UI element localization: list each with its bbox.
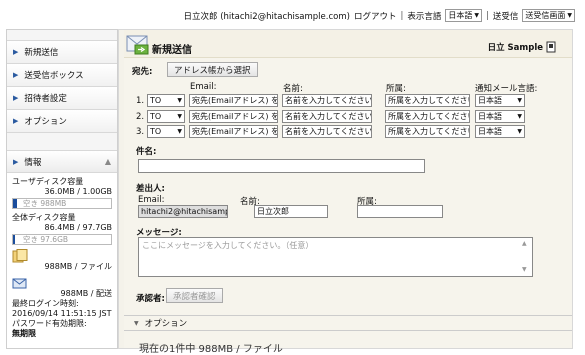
top-bar: 日立次郎 (hitachi2@hitachisample.com) ログアウト … [0,0,585,28]
sender-label: 差出人: [136,184,165,194]
collapse-up-icon[interactable]: ▲ [105,157,111,166]
sender-dept-input[interactable] [357,205,443,218]
triangle-right-icon: ▶ [13,48,19,56]
sidebar-item-invite[interactable]: ▶ 招待者設定 [7,87,117,110]
subject-input[interactable] [138,159,425,173]
scroll-up-icon[interactable]: ▲ [522,240,527,247]
recipient-type-select[interactable]: TO ▼ [147,94,185,107]
approver-check-button[interactable]: 承認者確認 [166,288,223,303]
recipient-dept-input[interactable]: 所属を入力してください。 [385,110,470,123]
recipient-dept-input[interactable]: 所属を入力してください。 [385,94,470,107]
sidebar-item-option[interactable]: ▶ オプション [7,110,117,133]
chevron-down-icon: ▼ [567,12,572,19]
chevron-down-icon: ▼ [177,97,182,104]
sender-name-input[interactable]: 日立次郎 [254,205,328,218]
sidebar-top-spacer [7,30,117,41]
chevron-down-icon: ▼ [177,128,182,135]
triangle-right-icon: ▶ [13,71,19,79]
sidebar-item-box[interactable]: ▶ 送受信ボックス [7,64,117,87]
last-login-value: 2016/09/14 11:51:15 JST [12,309,112,318]
brand-logo: 日立 Sample [488,41,556,53]
send-receive-label: 送受信 [492,11,519,22]
name-column-header: 名前: [283,84,303,94]
message-textarea[interactable]: ここにメッセージを入力してください。（任意） [138,237,533,277]
chevron-down-icon: ▼ [517,113,522,120]
notify-language-select[interactable]: 日本語 ▼ [475,94,525,107]
user-info: 日立次郎 (hitachi2@hitachisample.com) [183,11,350,22]
recipient-email-input[interactable]: 宛先(Emailアドレス) を [189,125,278,138]
send-receive-select[interactable]: 送受信画面 ▼ [522,9,575,22]
lang-column-header: 通知メール言語: [475,84,538,94]
recipient-name-input[interactable]: 名前を入力してください。 [282,110,372,123]
recipient-dept-input[interactable]: 所属を入力してください。 [385,125,470,138]
logout-link[interactable]: ログアウト [354,10,397,22]
per-delivery-row [12,276,112,290]
dept-column-header: 所属: [386,84,406,94]
last-login-label: 最終ログイン時刻: [12,299,79,308]
row-number: 2. [136,112,145,122]
user-disk-free: 空き 988MB [23,199,67,208]
new-send-icon [126,35,149,55]
user-disk-label: ユーザディスク容量 [12,177,84,186]
chevron-down-icon: ▼ [134,319,139,327]
bottom-summary: 現在の1件中 988MB / ファイル [139,344,283,355]
sidebar: ▶ 新規送信 ▶ 送受信ボックス ▶ 招待者設定 ▶ オプション ▶ 情報 ▲ ユーザディ… [6,29,118,349]
recipient-type-select[interactable]: TO ▼ [147,110,185,123]
password-expiry-value: 無期限 [12,329,36,338]
per-file-row [12,249,112,263]
chevron-down-icon: ▼ [517,97,522,104]
recipient-type-select[interactable]: TO ▼ [147,125,185,138]
chevron-down-icon: ▼ [177,113,182,120]
triangle-right-icon: ▶ [13,157,19,166]
email-column-header: Email: [190,82,217,92]
approver-label: 承認者: [136,294,165,304]
total-disk-label: 全体ディスク容量 [12,213,76,222]
main-panel: 新規送信 日立 Sample 宛先: アドレス帳から選択 Email: 名前: … [118,29,573,355]
password-expiry-label: パスワード有効期限: [12,319,87,328]
user-disk-bar-fill [13,199,17,208]
row-number: 1. [136,96,145,106]
sender-email-field: hitachi2@hitachisamp [138,205,228,218]
chevron-down-icon: ▼ [474,12,479,19]
row-number: 3. [136,127,145,137]
triangle-right-icon: ▶ [13,117,19,125]
triangle-right-icon: ▶ [13,94,19,102]
user-disk-value: 36.0MB / 1.00GB [44,187,112,196]
recipient-name-input[interactable]: 名前を入力してください。 [282,94,372,107]
total-disk-bar: 空き 97.6GB [12,234,112,245]
address-book-button[interactable]: アドレス帳から選択 [167,62,258,77]
sender-email-label: Email: [138,195,165,205]
total-disk-value: 86.4MB / 97.7GB [44,223,112,232]
total-disk-bar-fill [13,235,15,244]
total-disk-free: 空き 97.6GB [23,235,69,244]
envelope-icon [12,278,27,289]
per-delivery-limit: 988MB / 配送 [60,289,112,298]
display-language-select[interactable]: 日本語 ▼ [445,9,482,22]
separator: | [485,10,489,21]
subject-label: 件名: [136,147,157,157]
per-file-limit: 988MB / ファイル [44,262,112,271]
display-language-label: 表示言語 [407,11,442,22]
option-section-header[interactable]: ▼ オプション [124,315,572,331]
file-icon [12,249,28,263]
chevron-down-icon: ▼ [517,128,522,135]
title-bar: 新規送信 日立 Sample [124,30,572,58]
info-header[interactable]: ▶ 情報 ▲ [7,151,117,173]
recipient-name-input[interactable]: 名前を入力してください。 [282,125,372,138]
page-title: 新規送信 [152,45,192,56]
notify-language-select[interactable]: 日本語 ▼ [475,110,525,123]
sidebar-gap [7,133,117,151]
info-panel: ユーザディスク容量 36.0MB / 1.00GB 空き 988MB 全体ディス… [7,173,117,343]
scroll-down-icon[interactable]: ▼ [522,266,527,273]
recipient-email-input[interactable]: 宛先(Emailアドレス) を [189,110,278,123]
notify-language-select[interactable]: 日本語 ▼ [475,125,525,138]
recipient-email-input[interactable]: 宛先(Emailアドレス) を [189,94,278,107]
brand-icon [546,41,556,53]
to-label: 宛先: [132,67,153,77]
separator: | [400,10,404,21]
user-disk-bar: 空き 988MB [12,198,112,209]
sidebar-item-new-send[interactable]: ▶ 新規送信 [7,41,117,64]
